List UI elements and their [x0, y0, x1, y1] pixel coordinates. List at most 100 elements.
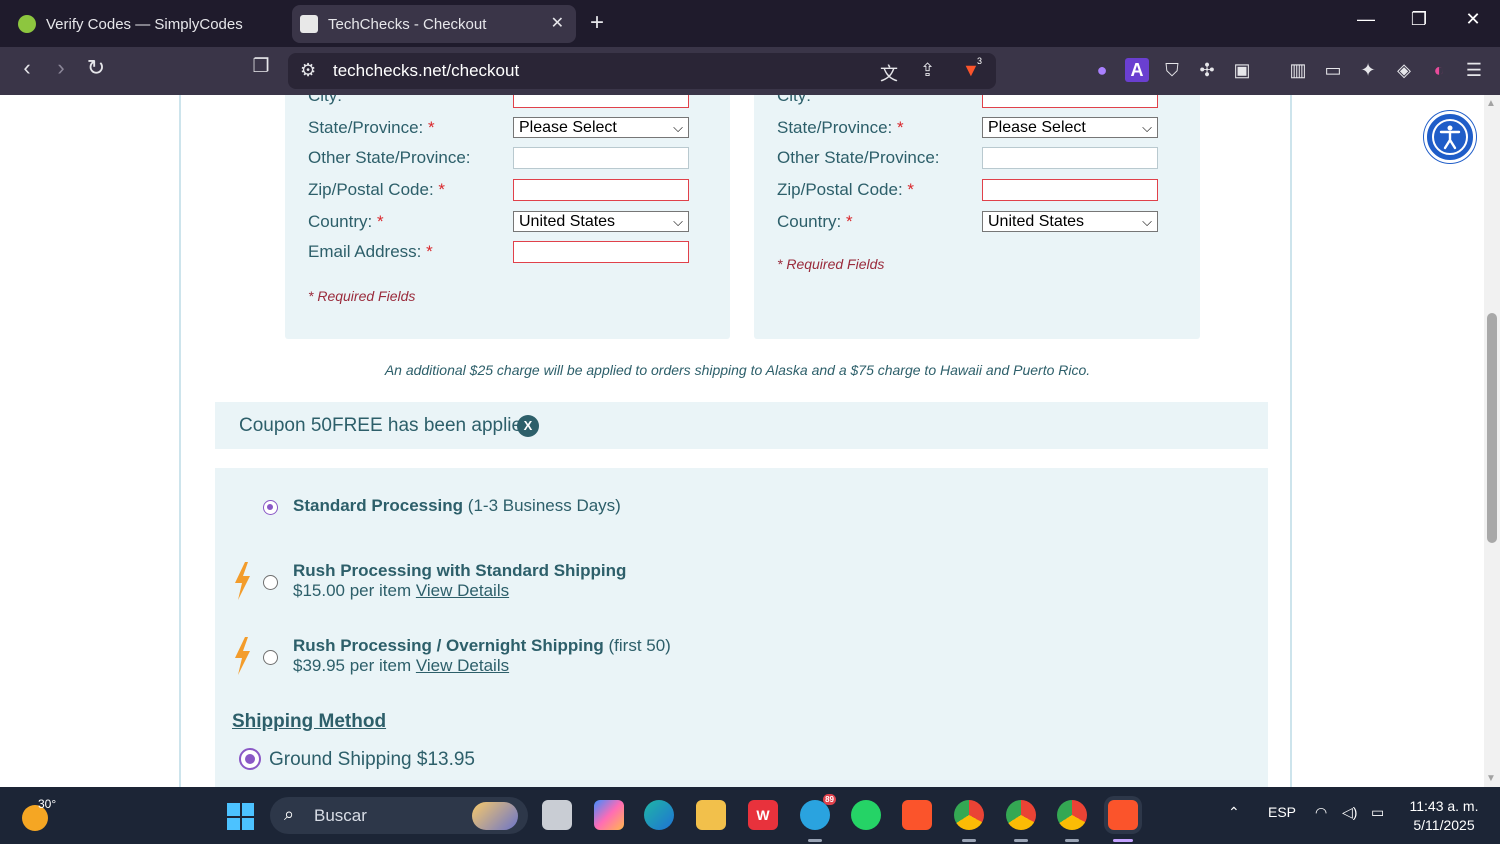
- state-label: State/Province: *: [777, 118, 904, 137]
- url-text[interactable]: techchecks.net/checkout: [333, 61, 519, 81]
- other-state-input[interactable]: [982, 147, 1158, 169]
- menu-icon[interactable]: ☰: [1462, 58, 1486, 82]
- extension-shield-icon[interactable]: ⛉: [1160, 58, 1184, 82]
- volume-icon[interactable]: ◁): [1342, 804, 1357, 821]
- city-input[interactable]: [513, 95, 689, 108]
- rush-overnight-shipping-price: $39.95 per item View Details: [293, 656, 510, 675]
- standard-processing-label[interactable]: Standard Processing (1-3 Business Days): [293, 496, 621, 516]
- zip-input[interactable]: [982, 179, 1158, 201]
- chrome-profile-icon[interactable]: [1057, 800, 1087, 830]
- copilot-icon[interactable]: [594, 800, 624, 830]
- scroll-thumb[interactable]: [1487, 313, 1497, 543]
- site-settings-icon[interactable]: ⚙: [300, 60, 316, 81]
- reload-icon[interactable]: ↻: [81, 55, 111, 81]
- rush-overnight-shipping-label[interactable]: Rush Processing / Overnight Shipping (fi…: [293, 636, 671, 656]
- ground-shipping-radio[interactable]: [239, 748, 261, 770]
- city-input[interactable]: [982, 95, 1158, 108]
- page-viewport: City: State/Province: * Please Select ⌵ O…: [0, 95, 1484, 787]
- checkout-content: City: State/Province: * Please Select ⌵ O…: [179, 95, 1292, 787]
- extension-a-icon[interactable]: A: [1125, 58, 1149, 82]
- chrome-profile-icon[interactable]: [954, 800, 984, 830]
- accessibility-button[interactable]: [1424, 111, 1476, 163]
- address-bar[interactable]: ⚙ techchecks.net/checkout 文 ⇪ ▼ 3: [288, 53, 996, 89]
- state-select[interactable]: Please Select ⌵: [513, 117, 689, 138]
- email-input[interactable]: [513, 241, 689, 263]
- rush-standard-shipping-label[interactable]: Rush Processing with Standard Shipping: [293, 561, 626, 581]
- country-select[interactable]: United States ⌵: [982, 211, 1158, 232]
- forward-icon[interactable]: ›: [46, 55, 76, 81]
- view-details-link[interactable]: View Details: [416, 656, 509, 675]
- leo-ai-icon[interactable]: ✦: [1356, 58, 1380, 82]
- chrome-profile-icon[interactable]: [1006, 800, 1036, 830]
- input-language[interactable]: ESP: [1268, 804, 1296, 820]
- processing-options-panel: Standard Processing (1-3 Business Days) …: [215, 468, 1268, 787]
- rush-standard-shipping-price: $15.00 per item View Details: [293, 581, 510, 600]
- billing-address-panel: City: State/Province: * Please Select ⌵ O…: [285, 95, 730, 339]
- scroll-up-icon[interactable]: ▲: [1486, 98, 1496, 109]
- sidebar-toggle-icon[interactable]: ▥: [1286, 58, 1310, 82]
- close-tab-icon[interactable]: ✕: [551, 13, 564, 33]
- simplycodes-favicon-icon: [18, 15, 36, 33]
- telegram-unread-badge: 89: [823, 794, 836, 805]
- zip-label: Zip/Postal Code: *: [308, 180, 446, 199]
- brave-active-icon[interactable]: [1108, 800, 1138, 830]
- country-label: Country: *: [777, 212, 853, 231]
- standard-processing-radio[interactable]: [263, 500, 278, 515]
- state-select[interactable]: Please Select ⌵: [982, 117, 1158, 138]
- telegram-icon[interactable]: 89: [800, 794, 836, 830]
- tab-techchecks-checkout[interactable]: TechChecks - Checkout ✕: [292, 5, 576, 43]
- reader-mode-icon[interactable]: ▣: [1230, 58, 1254, 82]
- new-tab-button[interactable]: +: [590, 9, 604, 37]
- restore-window-icon[interactable]: ❐: [1404, 9, 1434, 30]
- share-icon[interactable]: ⇪: [920, 60, 935, 81]
- view-details-link[interactable]: View Details: [416, 581, 509, 600]
- search-highlight-image: [472, 802, 518, 830]
- ground-shipping-label[interactable]: Ground Shipping $13.95: [269, 749, 475, 771]
- profile-icon[interactable]: ◐: [1427, 58, 1451, 82]
- zip-input[interactable]: [513, 179, 689, 201]
- close-window-icon[interactable]: ✕: [1458, 9, 1488, 30]
- page-scrollbar[interactable]: ▲ ▼: [1484, 95, 1500, 787]
- translate-icon[interactable]: 文: [880, 60, 898, 86]
- city-label: City:: [777, 95, 811, 105]
- other-state-input[interactable]: [513, 147, 689, 169]
- scroll-down-icon[interactable]: ▼: [1486, 773, 1496, 784]
- accessibility-icon: [1432, 119, 1468, 155]
- coupon-banner: Coupon 50FREE has been applied X: [215, 402, 1268, 449]
- extension-icon[interactable]: ●: [1090, 58, 1114, 82]
- wps-office-icon[interactable]: W: [748, 800, 778, 830]
- rush-standard-shipping-radio[interactable]: [263, 575, 278, 590]
- chevron-down-icon: ⌵: [1142, 120, 1152, 135]
- wallet-icon[interactable]: ▭: [1321, 58, 1345, 82]
- shipping-address-panel: City: State/Province: * Please Select ⌵ O…: [754, 95, 1200, 339]
- clock-date: 5/11/2025: [1413, 817, 1475, 833]
- back-icon[interactable]: ‹: [12, 55, 42, 81]
- edge-icon[interactable]: [644, 800, 674, 830]
- tab-verify-codes[interactable]: Verify Codes — SimplyCodes: [10, 5, 285, 43]
- battery-icon[interactable]: ▭: [1371, 804, 1384, 821]
- bookmark-icon[interactable]: ❐: [246, 55, 276, 78]
- windows-start-icon[interactable]: [227, 803, 254, 830]
- brave-shields-badge: 3: [977, 56, 983, 66]
- brave-browser-icon[interactable]: [902, 800, 932, 830]
- whatsapp-icon[interactable]: [851, 800, 881, 830]
- wifi-icon[interactable]: ◠: [1315, 804, 1327, 821]
- country-select[interactable]: United States ⌵: [513, 211, 689, 232]
- other-state-label: Other State/Province:: [777, 148, 940, 167]
- taskbar-search[interactable]: ⌕ Buscar: [270, 797, 528, 834]
- techchecks-favicon-icon: [300, 15, 318, 33]
- rush-overnight-shipping-radio[interactable]: [263, 650, 278, 665]
- vpn-icon[interactable]: ◈: [1392, 58, 1416, 82]
- task-view-icon[interactable]: [542, 800, 572, 830]
- file-explorer-icon[interactable]: [696, 800, 726, 830]
- city-label: City:: [308, 95, 342, 105]
- show-hidden-icons-icon[interactable]: ⌃: [1228, 804, 1240, 821]
- browser-tab-bar: Verify Codes — SimplyCodes TechChecks - …: [0, 0, 1500, 47]
- system-clock[interactable]: 11:43 a. m. 5/11/2025: [1400, 797, 1488, 835]
- state-label: State/Province: *: [308, 118, 435, 137]
- puzzle-extensions-icon[interactable]: ✣: [1195, 58, 1219, 82]
- remove-coupon-button[interactable]: X: [517, 415, 539, 437]
- weather-temperature: 30°: [38, 797, 57, 811]
- minimize-window-icon[interactable]: —: [1351, 9, 1381, 30]
- coupon-text: Coupon 50FREE has been applied: [239, 415, 533, 436]
